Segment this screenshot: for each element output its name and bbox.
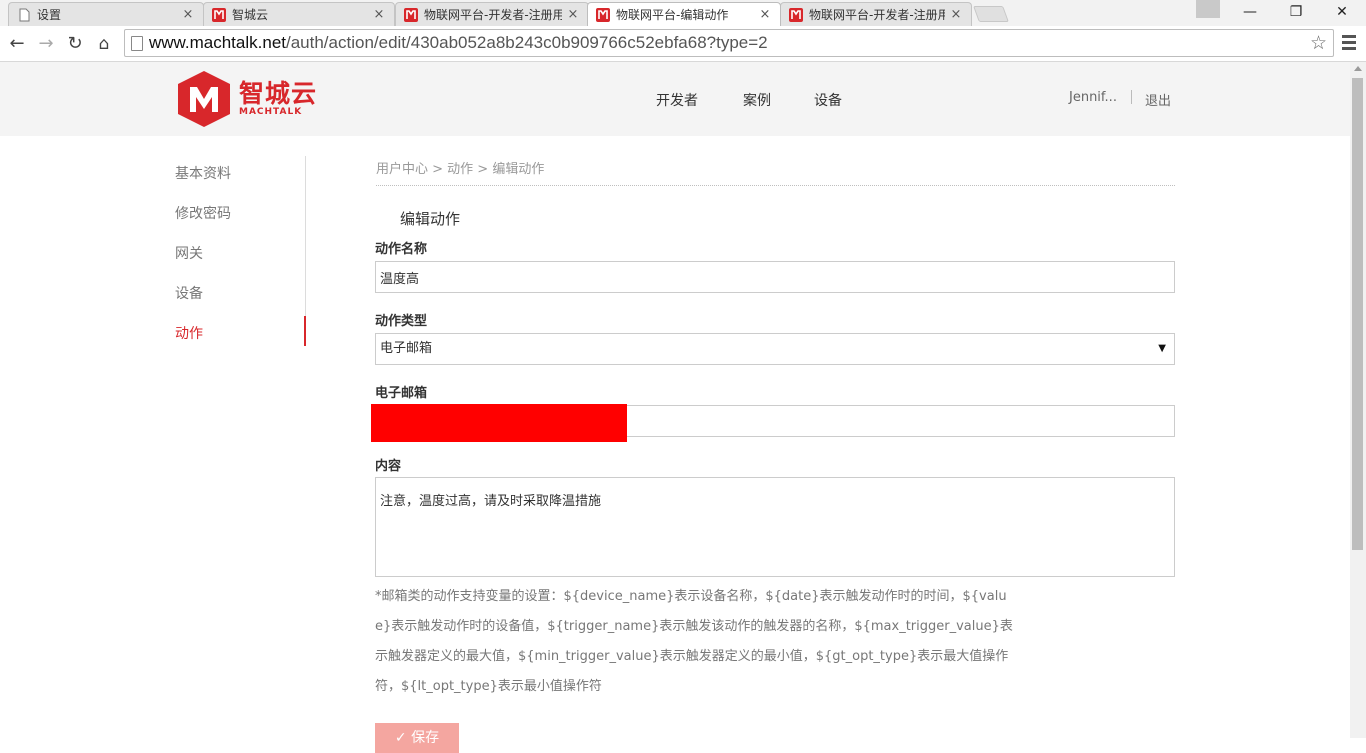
url-path: /auth/action/edit/430ab052a8b243c0b90976…: [286, 33, 768, 52]
logo-english-text: MACHTALK: [239, 107, 303, 117]
forward-arrow-icon[interactable]: →: [35, 33, 57, 55]
minimize-button[interactable]: —: [1228, 0, 1272, 24]
dropdown-arrow-icon: ▼: [1158, 343, 1166, 354]
breadcrumb: 用户中心 > 动作 > 编辑动作: [376, 162, 545, 177]
page-title: 编辑动作: [400, 210, 461, 228]
browser-toolbar: ← → ↻ ⌂ www.machtalk.net/auth/action/edi…: [0, 26, 1366, 62]
username-link[interactable]: Jennif...: [1069, 90, 1117, 105]
tab-title: 物联网平台-编辑动作: [616, 8, 729, 22]
header-divider: [1131, 90, 1132, 104]
redaction-block: [371, 404, 627, 442]
sidebar-item-password[interactable]: 修改密码: [175, 203, 231, 223]
logout-link[interactable]: 退出: [1145, 90, 1171, 109]
bookmark-star-icon[interactable]: ☆: [1310, 32, 1327, 54]
reload-icon[interactable]: ↻: [64, 33, 86, 55]
tab-close-icon[interactable]: ×: [758, 7, 772, 22]
save-button[interactable]: ✓ 保存: [375, 723, 459, 753]
site-header: 智城云 MACHTALK 开发者 案例 设备 Jennif... 退出: [0, 62, 1350, 136]
tab-developer-register[interactable]: 物联网平台-开发者-注册用 ×: [395, 2, 589, 26]
tab-title: 物联网平台-开发者-注册用: [809, 8, 945, 22]
tab-zhichengyun[interactable]: 智城云 ×: [203, 2, 395, 26]
machtalk-logo-icon: [178, 71, 230, 127]
tab-close-icon[interactable]: ×: [372, 7, 386, 22]
content-textarea[interactable]: 注意，温度过高，请及时采取降温措施: [375, 477, 1175, 577]
content-label: 内容: [375, 459, 402, 474]
nav-developer[interactable]: 开发者: [656, 90, 698, 110]
new-tab-button[interactable]: [973, 6, 1009, 22]
url-text: www.machtalk.net/auth/action/edit/430ab0…: [149, 33, 768, 53]
variable-hint-text: *邮箱类的动作支持变量的设置：${device_name}表示设备名称，${da…: [375, 589, 1013, 694]
scrollbar-thumb[interactable]: [1352, 78, 1363, 550]
machtalk-favicon: [596, 7, 610, 22]
tab-close-icon[interactable]: ×: [181, 7, 195, 22]
tab-close-icon[interactable]: ×: [949, 7, 963, 22]
breadcrumb-divider: [376, 185, 1175, 186]
machtalk-favicon: [789, 7, 803, 22]
home-icon[interactable]: ⌂: [93, 33, 115, 55]
tab-edit-action[interactable]: 物联网平台-编辑动作 ×: [587, 2, 781, 26]
browser-tab-strip: 设置 × 智城云 × 物联网平台-开发者-注册用 × 物联网平台-编辑动作 × …: [0, 0, 1366, 26]
machtalk-favicon: [404, 7, 418, 22]
tab-close-icon[interactable]: ×: [566, 7, 580, 22]
logo-chinese-text: 智城云: [239, 79, 318, 108]
menu-icon[interactable]: [1342, 35, 1356, 53]
nav-cases[interactable]: 案例: [743, 90, 771, 110]
tab-settings[interactable]: 设置 ×: [8, 2, 204, 26]
page-icon: [19, 8, 30, 21]
address-bar[interactable]: www.machtalk.net/auth/action/edit/430ab0…: [124, 29, 1334, 57]
scroll-up-arrow-icon[interactable]: [1354, 66, 1362, 71]
machtalk-favicon: [212, 7, 226, 22]
page-info-icon: [131, 35, 143, 51]
action-name-label: 动作名称: [375, 242, 428, 257]
site-logo[interactable]: 智城云 MACHTALK: [175, 70, 317, 128]
sidebar-item-profile[interactable]: 基本资料: [175, 163, 231, 183]
sidebar-item-gateway[interactable]: 网关: [175, 243, 203, 263]
email-label: 电子邮箱: [375, 386, 428, 401]
close-window-button[interactable]: ✕: [1320, 0, 1364, 24]
tab-title: 物联网平台-开发者-注册用: [424, 8, 562, 22]
sidebar-nav: 基本资料 修改密码 网关 设备 动作: [175, 156, 306, 346]
nav-devices[interactable]: 设备: [814, 90, 842, 110]
profile-icon[interactable]: [1196, 0, 1220, 18]
sidebar-item-devices[interactable]: 设备: [175, 283, 203, 303]
action-name-input[interactable]: [375, 261, 1175, 293]
action-type-selected: 电子邮箱: [380, 341, 433, 356]
action-type-select[interactable]: 电子邮箱 ▼: [375, 333, 1175, 365]
tab-title: 设置: [37, 8, 62, 22]
sidebar-active-indicator: [304, 316, 306, 346]
tab-title: 智城云: [232, 8, 269, 22]
tab-developer-register-2[interactable]: 物联网平台-开发者-注册用 ×: [780, 2, 972, 26]
sidebar-item-actions[interactable]: 动作: [175, 323, 203, 343]
action-type-label: 动作类型: [375, 314, 428, 329]
restore-button[interactable]: ❐: [1274, 0, 1318, 24]
url-host: www.machtalk.net: [149, 33, 286, 52]
back-arrow-icon[interactable]: ←: [6, 33, 28, 55]
